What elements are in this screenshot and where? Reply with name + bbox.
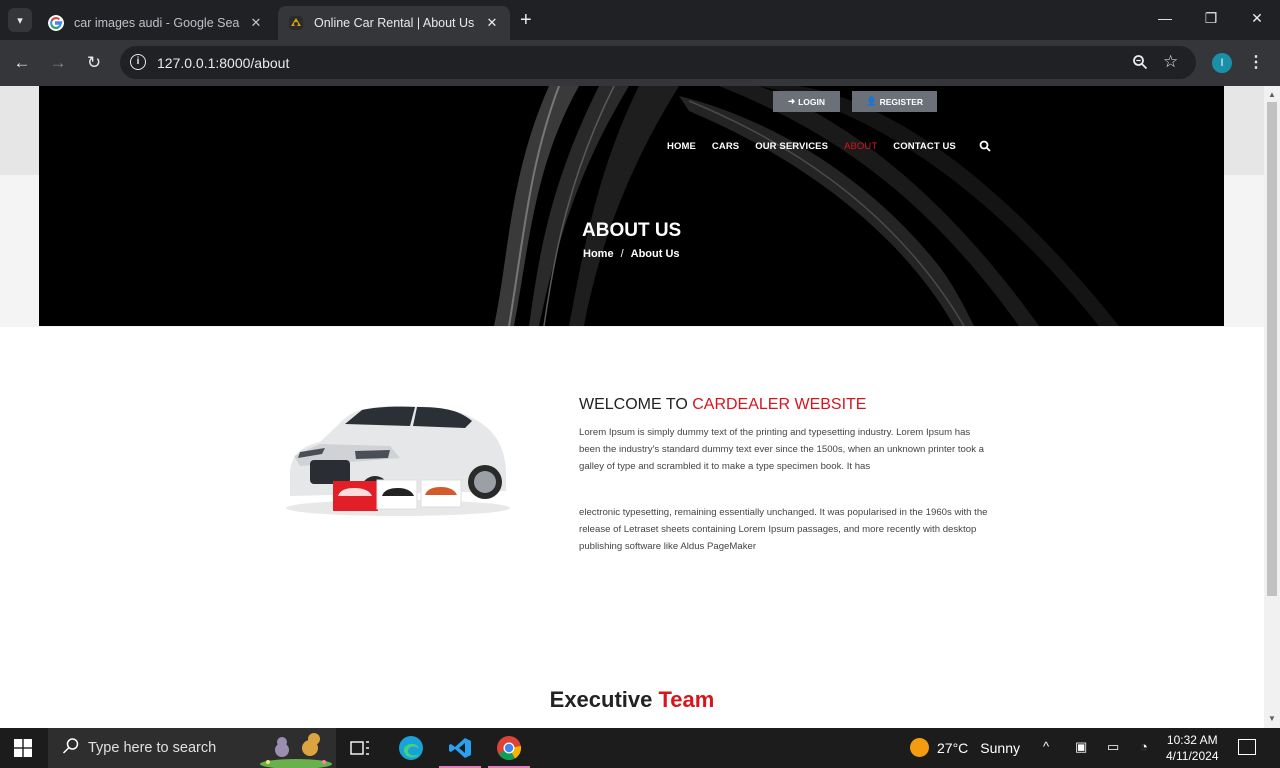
browser-toolbar: ← → ↻ i 127.0.0.1:8000/about ☆ I ⋮ — [0, 40, 1280, 86]
section-heading-highlight: Team — [658, 687, 715, 712]
address-bar[interactable]: i 127.0.0.1:8000/about ☆ — [120, 46, 1196, 79]
clock-time: 10:32 AM — [1166, 733, 1218, 747]
site-info-icon[interactable]: i — [130, 54, 146, 70]
battery-icon[interactable]: ▭ — [1107, 739, 1119, 755]
search-icon — [62, 738, 79, 754]
browser-menu-icon[interactable]: ⋮ — [1248, 52, 1264, 72]
wifi-icon[interactable]: ◔ — [1140, 739, 1148, 754]
sun-icon — [910, 738, 929, 757]
url-text[interactable]: 127.0.0.1:8000/about — [157, 55, 289, 71]
vscode-icon[interactable] — [436, 728, 484, 768]
tab-title: Online Car Rental | About Us — [314, 16, 475, 30]
browser-tabstrip: ▾ car images audi - Google Search ✕ Onli… — [0, 0, 1280, 40]
scroll-down-icon[interactable]: ▼ — [1268, 714, 1276, 723]
main-nav: HOME CARS OUR SERVICES ABOUT CONTACT US — [667, 141, 972, 152]
bookmark-star-icon[interactable]: ☆ — [1163, 52, 1178, 72]
edge-icon[interactable] — [387, 728, 435, 768]
breadcrumb-home[interactable]: Home — [583, 248, 614, 260]
forward-icon[interactable]: → — [47, 52, 69, 74]
profile-avatar[interactable]: I — [1212, 53, 1232, 73]
welcome-heading: WELCOME TO CARDEALER WEBSITE — [579, 396, 866, 414]
task-view-icon[interactable] — [336, 728, 384, 768]
executive-team-heading: Executive Team — [0, 687, 1264, 713]
back-icon[interactable]: ← — [11, 52, 33, 74]
weather-condition: Sunny — [980, 739, 1020, 756]
close-tab-icon[interactable]: ✕ — [484, 15, 500, 31]
page-title: ABOUT US — [582, 220, 682, 241]
site-logo-icon — [289, 16, 303, 30]
breadcrumb: Home / About Us — [583, 248, 680, 260]
nav-contact-us[interactable]: CONTACT US — [893, 141, 956, 152]
weather-widget[interactable]: 27°C Sunny — [910, 738, 1020, 757]
search-icon[interactable] — [979, 140, 991, 152]
reload-icon[interactable]: ↻ — [83, 52, 105, 74]
welcome-prefix: WELCOME TO — [579, 396, 688, 413]
about-paragraph-1: Lorem Ipsum is simply dummy text of the … — [579, 427, 985, 472]
restore-icon[interactable]: ❐ — [1199, 10, 1223, 27]
windows-taskbar: Type here to search 27°C Sunny ^ ▣ ▭ ◔ 1… — [0, 728, 1280, 768]
chevron-up-icon[interactable]: ^ — [1043, 739, 1049, 754]
section-heading-prefix: Executive — [549, 687, 653, 712]
google-icon — [48, 15, 64, 31]
zoom-icon[interactable] — [1132, 54, 1148, 70]
scrollbar-thumb[interactable] — [1267, 102, 1277, 596]
breadcrumb-current: About Us — [630, 248, 680, 260]
weather-temp: 27°C — [937, 739, 969, 756]
page-scrollbar[interactable]: ▲ ▼ — [1264, 86, 1280, 728]
breadcrumb-separator: / — [620, 248, 624, 260]
welcome-highlight: CARDEALER WEBSITE — [692, 396, 867, 413]
close-window-icon[interactable]: ✕ — [1245, 10, 1269, 27]
user-plus-icon: 👤 — [865, 96, 877, 106]
clock-date: 4/11/2024 — [1166, 749, 1219, 763]
nav-cars[interactable]: CARS — [712, 141, 739, 152]
page-viewport: ➜ LOGIN 👤 REGISTER HOME CARS OUR SERVICE… — [0, 86, 1264, 728]
notification-icon[interactable] — [1238, 739, 1256, 755]
tab-google-search[interactable]: car images audi - Google Search ✕ — [38, 6, 274, 40]
sign-in-icon: ➜ — [787, 96, 796, 106]
windows-start-icon[interactable] — [14, 739, 32, 757]
hero-background-image — [494, 86, 1119, 326]
nav-about[interactable]: ABOUT — [844, 141, 877, 152]
nav-home[interactable]: HOME — [667, 141, 696, 152]
audi-car-image — [286, 406, 510, 516]
minimize-icon[interactable]: — — [1153, 10, 1177, 26]
register-label: REGISTER — [879, 96, 924, 107]
clock[interactable]: 10:32 AM 4/11/2024 — [1166, 732, 1219, 764]
tab-title: car images audi - Google Search — [74, 16, 240, 30]
login-button[interactable]: ➜ LOGIN — [773, 91, 840, 112]
new-tab-button[interactable]: + — [520, 10, 532, 30]
search-placeholder: Type here to search — [88, 740, 217, 756]
hero-banner: ➜ LOGIN 👤 REGISTER HOME CARS OUR SERVICE… — [39, 86, 1224, 326]
about-paragraph-2: electronic typesetting, remaining essent… — [579, 507, 988, 552]
taskbar-search[interactable]: Type here to search — [48, 728, 336, 768]
meet-now-icon[interactable]: ▣ — [1075, 739, 1087, 755]
tab-search-button[interactable]: ▾ — [8, 8, 32, 32]
scroll-up-icon[interactable]: ▲ — [1268, 90, 1276, 99]
login-label: LOGIN — [798, 96, 826, 107]
close-tab-icon[interactable]: ✕ — [248, 15, 264, 31]
chrome-icon[interactable] — [485, 728, 533, 768]
tab-about-us[interactable]: Online Car Rental | About Us ✕ — [278, 6, 510, 40]
search-highlight-illustration — [260, 733, 332, 768]
nav-our-services[interactable]: OUR SERVICES — [755, 141, 828, 152]
register-button[interactable]: 👤 REGISTER — [852, 91, 937, 112]
